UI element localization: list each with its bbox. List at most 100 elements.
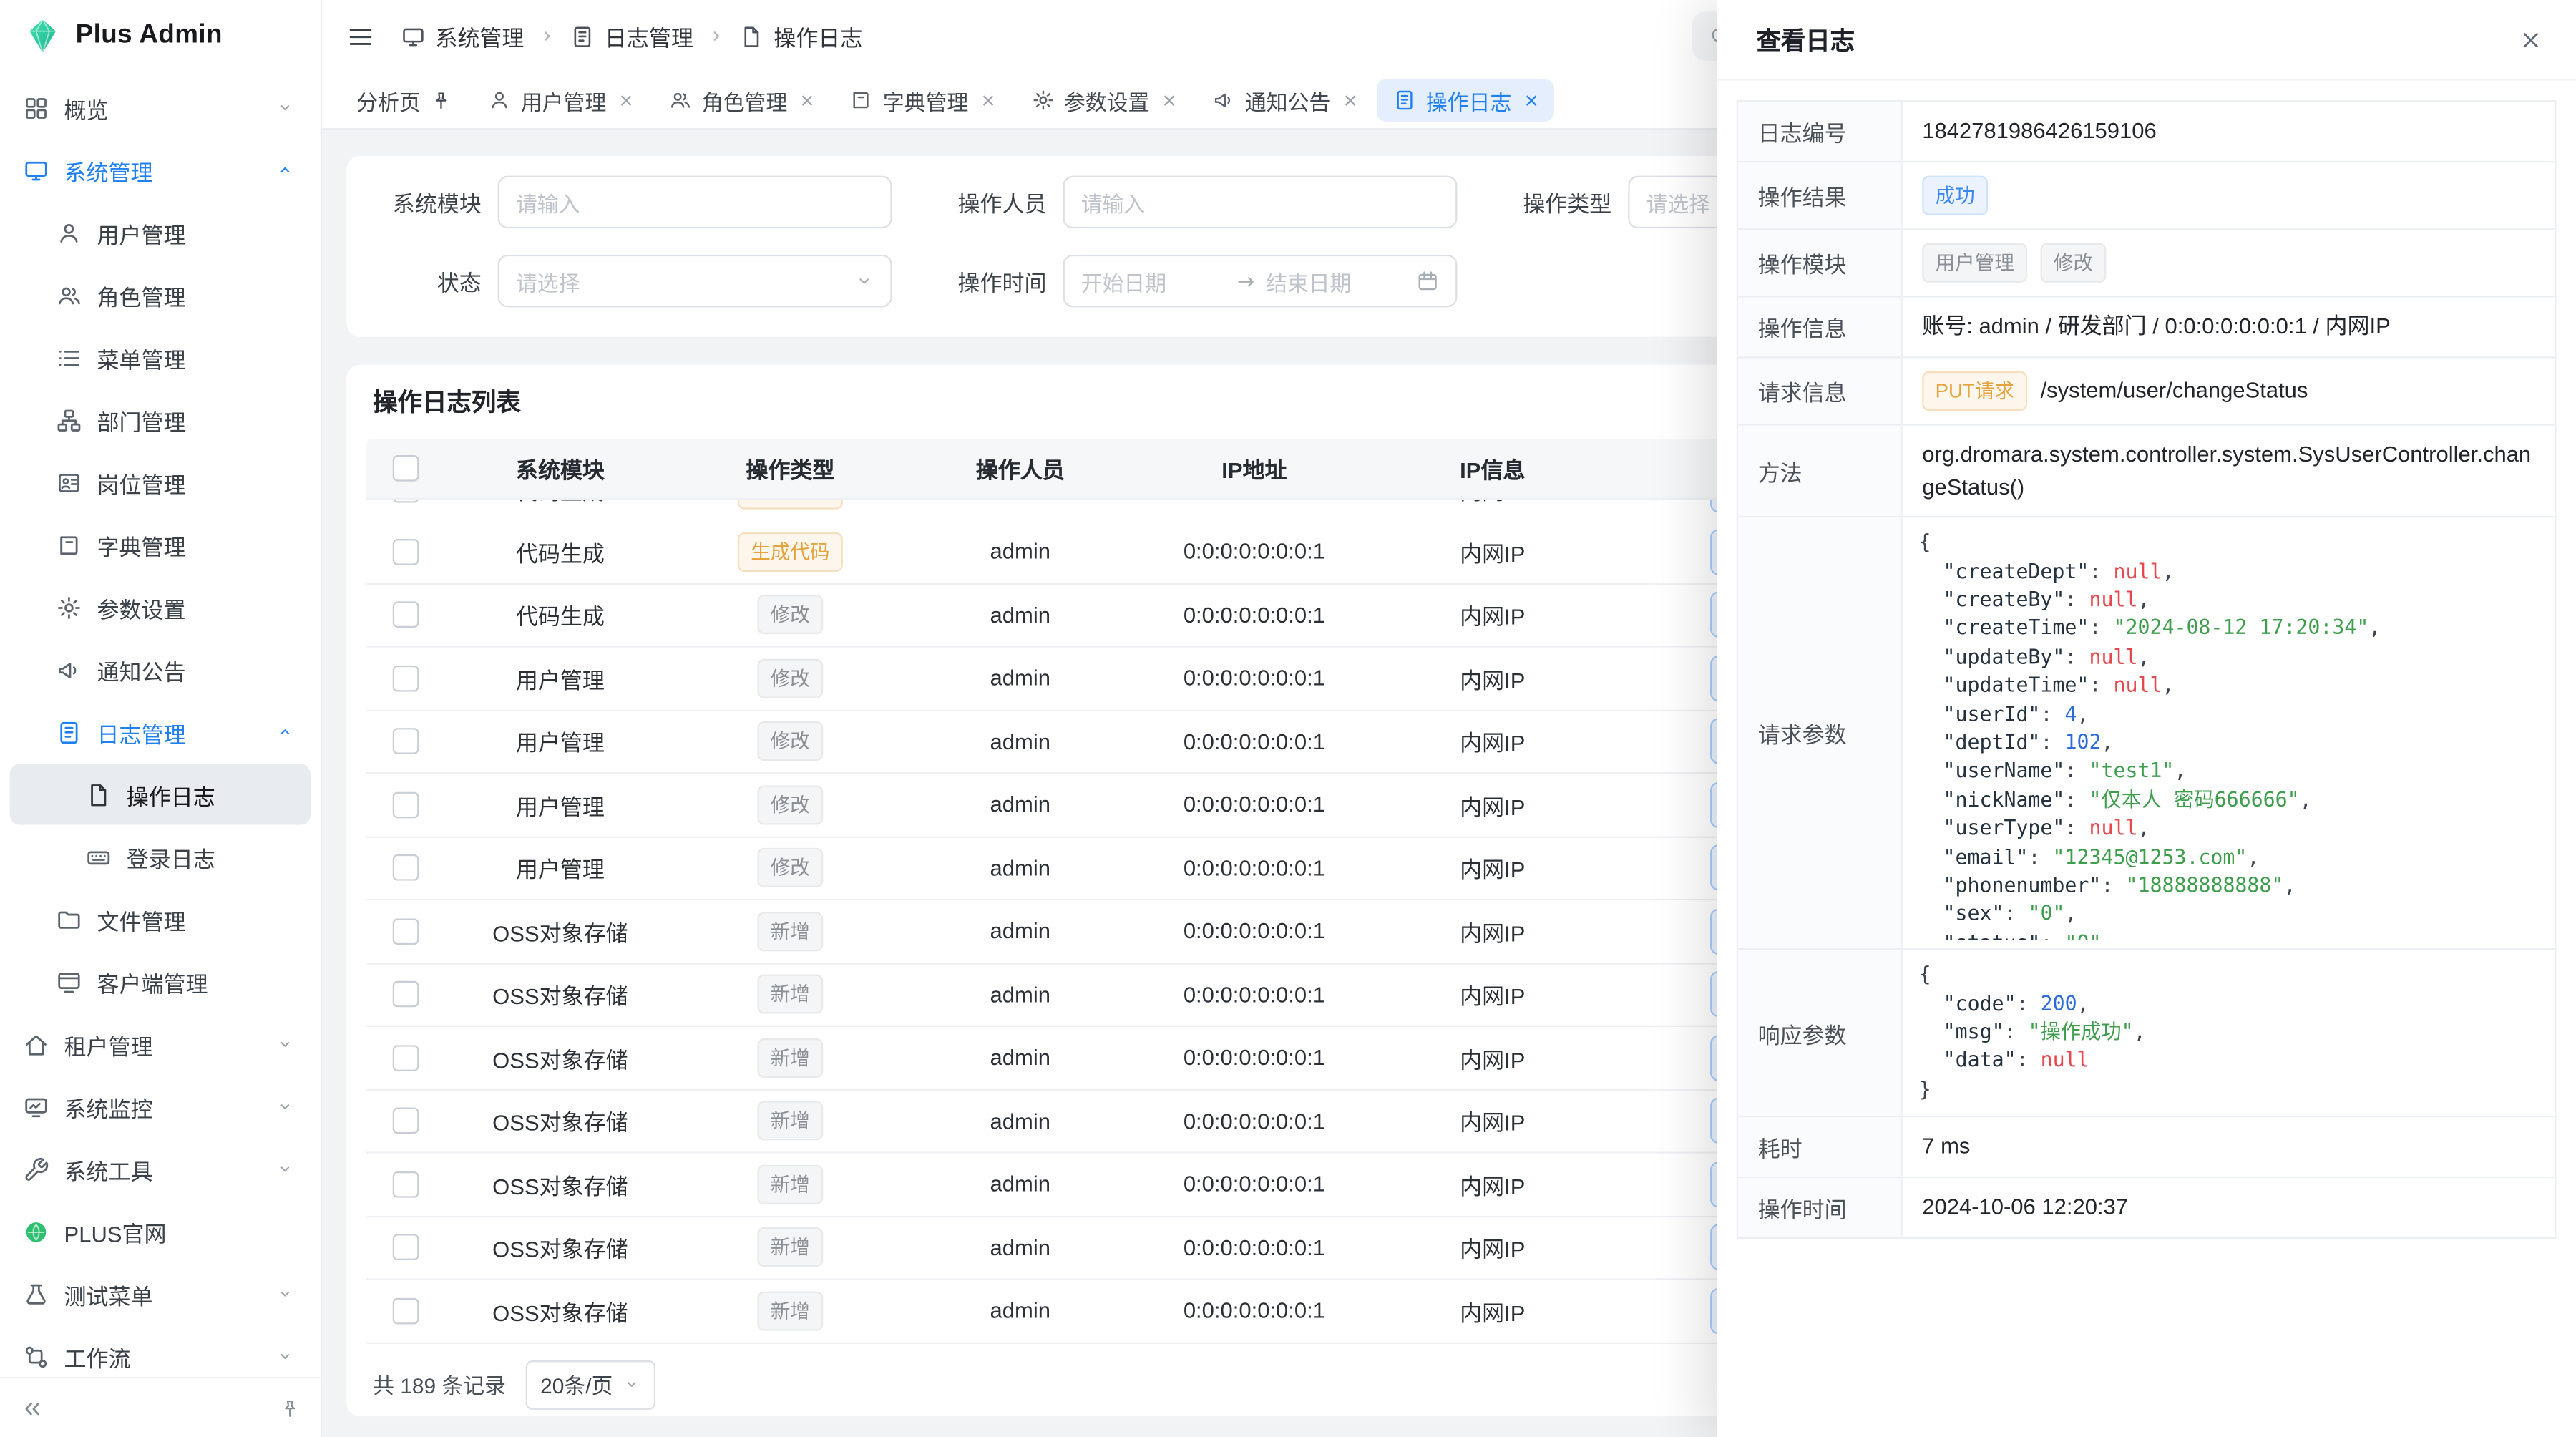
sidebar-item-notice[interactable]: 通知公告 — [10, 639, 311, 700]
cell-ip: 0:0:0:0:0:0:0:1 — [1135, 540, 1373, 564]
sidebar-item-system-tools[interactable]: 系统工具 — [10, 1139, 311, 1199]
chevron-down-icon — [276, 1035, 294, 1053]
tab-notice[interactable]: 通知公告× — [1196, 79, 1373, 122]
operator-input[interactable]: 请输入 — [1063, 176, 1457, 228]
close-drawer-icon[interactable] — [2519, 27, 2543, 52]
field-value-cell: PUT请求/system/user/changeStatus — [1903, 359, 2555, 424]
sidebar-item-post-mgmt[interactable]: 岗位管理 — [10, 452, 311, 512]
sidebar-item-log-mgmt[interactable]: 日志管理 — [10, 701, 311, 762]
sidebar-item-label: 系统工具 — [64, 1153, 276, 1186]
row-checkbox[interactable] — [393, 918, 419, 945]
cell-operator: admin — [905, 540, 1135, 564]
grid-icon — [23, 94, 49, 121]
op-type-tag: 生成代码 — [738, 532, 843, 571]
breadcrumb-item-system-mgmt[interactable]: 系统管理 — [401, 20, 524, 53]
value-tag: PUT请求 — [1922, 371, 2027, 411]
tenant-icon — [23, 1031, 49, 1058]
breadcrumb-item-log-mgmt[interactable]: 日志管理 — [570, 20, 693, 53]
detail-row-op-module: 操作模块用户管理修改 — [1738, 230, 2555, 297]
sidebar-item-login-log[interactable]: 登录日志 — [10, 827, 311, 887]
cell-ip: 0:0:0:0:0:0:0:1 — [1135, 603, 1373, 627]
pin-icon[interactable] — [431, 89, 452, 111]
detail-row-response-params: 响应参数{ "code": 200, "msg": "操作成功", "data"… — [1738, 950, 2555, 1117]
sidebar-item-role-mgmt[interactable]: 角色管理 — [10, 265, 311, 326]
tab-user-mgmt[interactable]: 用户管理× — [472, 79, 649, 122]
breadcrumb: 系统管理 日志管理 操作日志 — [401, 20, 862, 53]
breadcrumb-item-operation-log[interactable]: 操作日志 — [739, 20, 862, 53]
row-checkbox[interactable] — [393, 1108, 419, 1134]
row-checkbox[interactable] — [393, 729, 419, 755]
sidebar-item-overview[interactable]: 概览 — [10, 77, 311, 138]
value-tag: 成功 — [1922, 176, 1988, 215]
sidebar-item-plus-site[interactable]: PLUS官网 — [10, 1201, 311, 1262]
sidebar-item-label: 参数设置 — [97, 590, 310, 623]
status-select[interactable]: 请选择 — [498, 255, 892, 307]
sidebar-item-client-mgmt[interactable]: 客户端管理 — [10, 951, 311, 1012]
tab-dict-mgmt[interactable]: 字典管理× — [834, 79, 1011, 122]
module-placeholder: 请输入 — [516, 187, 580, 218]
doc-icon — [85, 781, 112, 808]
close-tab-icon[interactable]: × — [1163, 89, 1176, 112]
close-tab-icon[interactable]: × — [620, 89, 633, 112]
cell-ip: 0:0:0:0:0:0:0:1 — [1135, 1298, 1373, 1322]
tab-operation-log[interactable]: 操作日志× — [1377, 79, 1554, 122]
row-checkbox[interactable] — [393, 538, 419, 565]
row-checkbox[interactable] — [393, 665, 419, 691]
app-logo-icon — [23, 16, 62, 56]
collapse-sidebar-icon[interactable] — [20, 1395, 44, 1420]
sidebar-item-menu-mgmt[interactable]: 菜单管理 — [10, 327, 311, 388]
row-checkbox[interactable] — [393, 981, 419, 1008]
close-tab-icon[interactable]: × — [982, 89, 995, 112]
module-input[interactable]: 请输入 — [498, 176, 892, 228]
sidebar-item-label: 操作日志 — [127, 778, 311, 811]
sidebar-item-label: 概览 — [64, 91, 276, 124]
row-checkbox[interactable] — [393, 1045, 419, 1071]
sidebar-item-workflow[interactable]: 工作流 — [10, 1326, 311, 1377]
row-checkbox[interactable] — [393, 1297, 419, 1324]
sidebar-footer — [0, 1377, 321, 1437]
op-type-placeholder: 请选择 — [1646, 187, 1711, 218]
sidebar-item-system-mgmt[interactable]: 系统管理 — [10, 140, 311, 200]
select-all-checkbox[interactable] — [393, 455, 419, 482]
field-label: 耗时 — [1738, 1118, 1903, 1177]
close-tab-icon[interactable]: × — [1344, 89, 1357, 112]
close-tab-icon[interactable]: × — [1525, 89, 1538, 112]
folder-icon — [56, 906, 82, 932]
row-checkbox[interactable] — [393, 500, 419, 502]
sidebar-item-system-monitor[interactable]: 系统监控 — [10, 1076, 311, 1137]
sidebar-item-operation-log[interactable]: 操作日志 — [10, 764, 311, 825]
app-logo[interactable]: Plus Admin — [0, 0, 321, 72]
sidebar-item-dept-mgmt[interactable]: 部门管理 — [10, 389, 311, 450]
sidebar-item-dict-mgmt[interactable]: 字典管理 — [10, 515, 311, 575]
hamburger-menu-icon[interactable] — [346, 22, 374, 50]
tab-role-mgmt[interactable]: 角色管理× — [653, 79, 830, 122]
row-checkbox[interactable] — [393, 791, 419, 818]
sidebar-item-tenant-mgmt[interactable]: 租户管理 — [10, 1014, 311, 1075]
start-date-placeholder: 开始日期 — [1081, 266, 1225, 297]
close-tab-icon[interactable]: × — [801, 89, 814, 112]
cell-module: 代码生成 — [445, 535, 675, 568]
tab-analysis[interactable]: 分析页 — [340, 79, 468, 122]
tab-param-settings[interactable]: 参数设置× — [1015, 79, 1192, 122]
row-checkbox[interactable] — [393, 1171, 419, 1197]
log-detail-table: 日志编号1842781986426159106操作结果成功操作模块用户管理修改操… — [1737, 100, 2557, 1239]
filter-module-label: 系统模块 — [366, 185, 482, 218]
sidebar-item-test-menu[interactable]: 测试菜单 — [10, 1264, 311, 1325]
cell-operator: admin — [905, 1109, 1135, 1133]
row-checkbox[interactable] — [393, 602, 419, 628]
sidebar-item-param-settings[interactable]: 参数设置 — [10, 577, 311, 638]
cell-ip-info: 内网IP — [1373, 500, 1611, 506]
row-checkbox[interactable] — [393, 1234, 419, 1261]
request-params-code-block[interactable]: { "createDept": null, "createBy": null, … — [1903, 526, 2548, 940]
sidebar-item-user-mgmt[interactable]: 用户管理 — [10, 202, 311, 263]
field-value: 2024-10-06 12:20:37 — [1922, 1192, 2128, 1224]
status-placeholder: 请选择 — [516, 266, 580, 297]
sidebar-item-file-mgmt[interactable]: 文件管理 — [10, 889, 311, 950]
op-time-range-picker[interactable]: 开始日期 结束日期 — [1063, 255, 1457, 307]
column-header: IP地址 — [1135, 452, 1373, 484]
field-value-cell: 账号: admin / 研发部门 / 0:0:0:0:0:0:0:1 / 内网I… — [1903, 298, 2555, 357]
page-size-select[interactable]: 20条/页 — [526, 1360, 656, 1409]
row-checkbox[interactable] — [393, 854, 419, 881]
menu-list-icon — [56, 344, 82, 371]
pin-sidebar-icon[interactable] — [279, 1398, 301, 1419]
